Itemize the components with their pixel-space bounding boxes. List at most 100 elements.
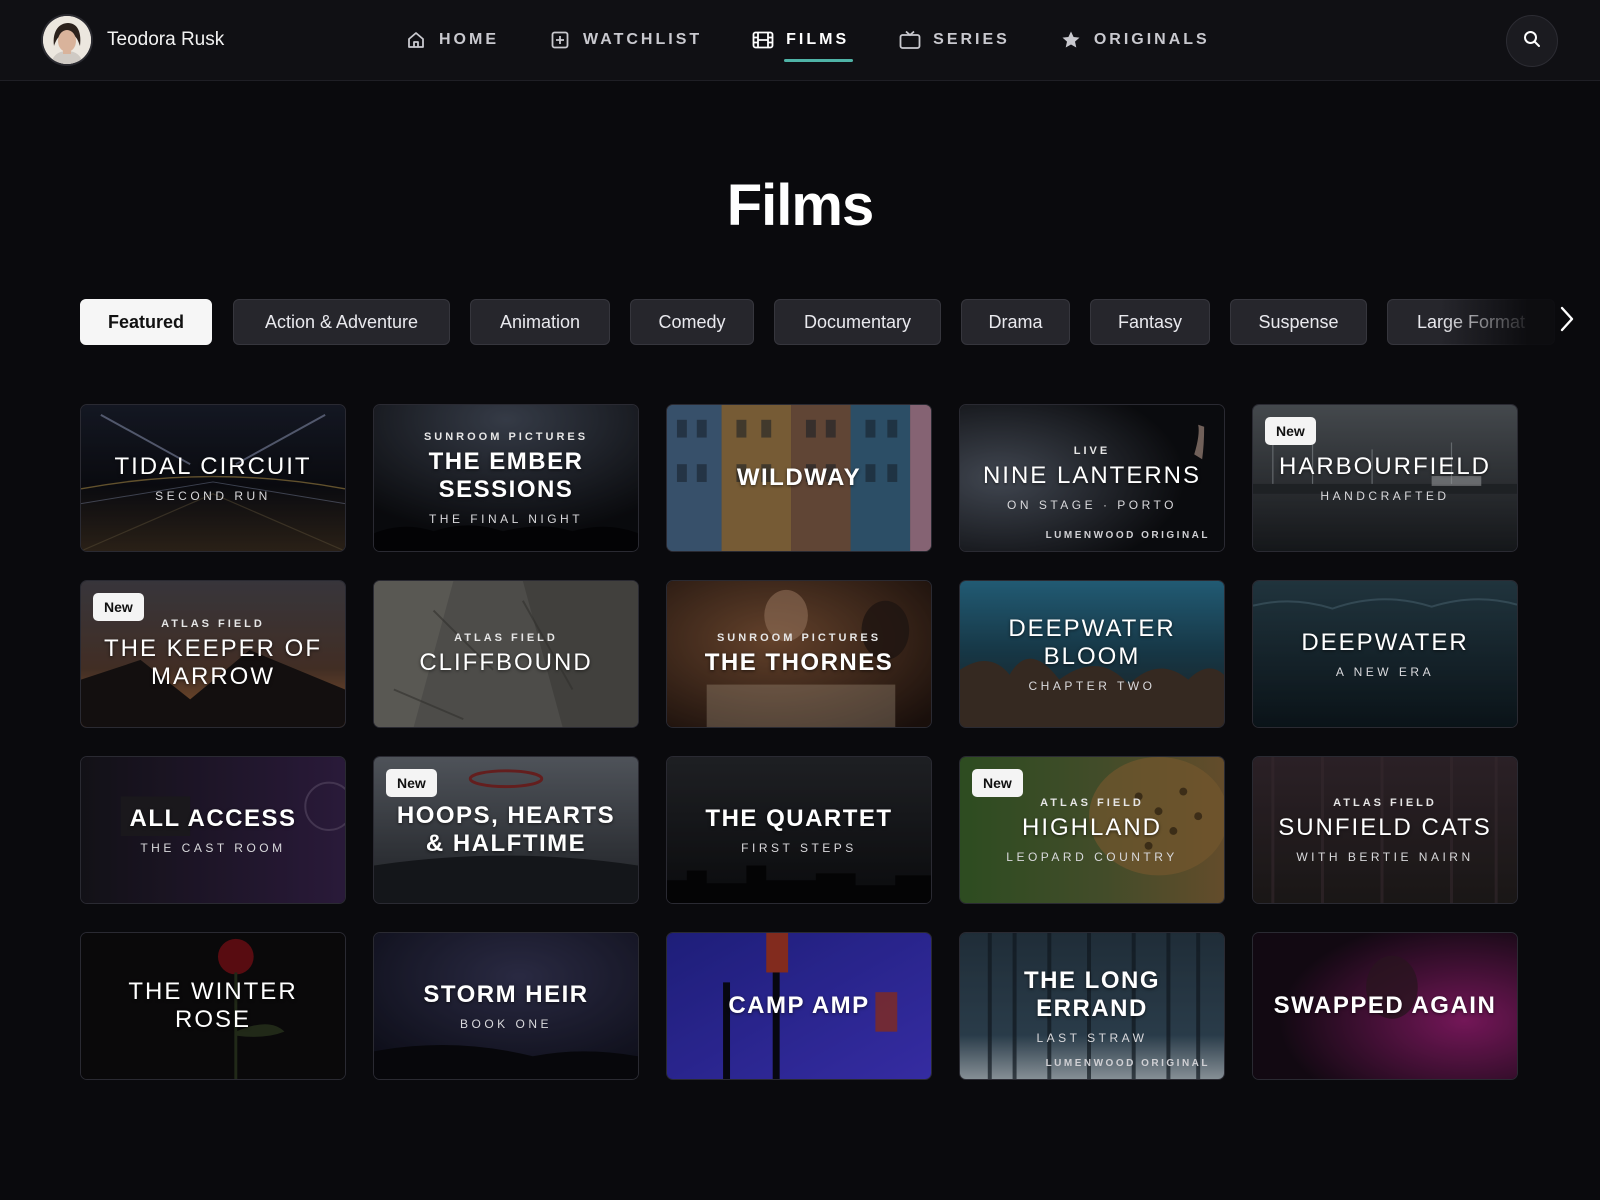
genre-chip-featured[interactable]: Featured xyxy=(80,299,212,345)
nav-active-indicator xyxy=(784,59,854,62)
film-card-highland[interactable]: ATLAS FIELD HIGHLAND LEOPARD COUNTRY New xyxy=(959,756,1225,904)
film-subtitle: CHAPTER TWO xyxy=(1028,679,1156,693)
film-title: CAMP AMP xyxy=(728,992,870,1019)
genre-chip-drama[interactable]: Drama xyxy=(961,299,1070,345)
film-subtitle: A NEW ERA xyxy=(1335,665,1435,679)
film-card-tidal-circuit[interactable]: TIDAL CIRCUIT SECOND RUN xyxy=(80,404,346,552)
nav-home-label: HOME xyxy=(439,31,499,48)
film-title: TIDAL CIRCUIT xyxy=(114,453,312,480)
film-title: THE WINTER ROSE xyxy=(128,978,298,1033)
film-subtitle: ON STAGE · PORTO xyxy=(1006,497,1178,512)
home-icon xyxy=(405,29,427,51)
film-card-the-long-errand[interactable]: THE LONG ERRAND LAST STRAW LUMENWOOD ORI… xyxy=(959,932,1225,1080)
film-title: CLIFFBOUND xyxy=(419,648,593,676)
film-card-deepwater[interactable]: DEEPWATER A NEW ERA xyxy=(1252,580,1518,728)
film-subtitle: WITH BERTIE NAIRN xyxy=(1296,849,1474,864)
nav-series-label: SERIES xyxy=(933,31,1010,48)
film-card-nine-lanterns[interactable]: LIVE NINE LANTERNS ON STAGE · PORTO LUME… xyxy=(959,404,1225,552)
film-subtitle: FIRST STEPS xyxy=(741,841,857,855)
film-card-harbourfield[interactable]: HARBOURFIELD HANDCRAFTED New xyxy=(1252,404,1518,552)
genre-chip-suspense[interactable]: Suspense xyxy=(1230,299,1367,345)
film-title: WILDWAY xyxy=(736,464,862,491)
film-title: SUNFIELD CATS xyxy=(1278,813,1492,841)
film-subtitle: LAST STRAW xyxy=(1036,1031,1148,1045)
film-kicker: LIVE xyxy=(1073,444,1111,457)
genre-chip-documentary[interactable]: Documentary xyxy=(774,299,941,345)
film-card-cliffbound[interactable]: ATLAS FIELD CLIFFBOUND xyxy=(373,580,639,728)
search-icon xyxy=(1522,29,1542,54)
originals-label: LUMENWOOD ORIGINAL xyxy=(1045,1058,1210,1069)
film-subtitle: THE FINAL NIGHT xyxy=(428,511,584,526)
film-card-wildway[interactable]: WILDWAY xyxy=(666,404,932,552)
new-badge: New xyxy=(386,769,437,797)
new-badge: New xyxy=(972,769,1023,797)
nav-films[interactable]: FILMS xyxy=(752,0,854,80)
film-card-hoops-hearts-halftime[interactable]: HOOPS, HEARTS & HALFTIME New xyxy=(373,756,639,904)
film-card-the-keeper-of-marrow[interactable]: ATLAS FIELD THE KEEPER OF MARROW New xyxy=(80,580,346,728)
film-title: ALL ACCESS xyxy=(129,805,297,832)
film-title: DEEPWATER xyxy=(1301,629,1469,656)
genre-chip-animation[interactable]: Animation xyxy=(470,299,610,345)
star-icon xyxy=(1060,29,1082,51)
film-title: NINE LANTERNS xyxy=(982,461,1202,489)
film-kicker: SUNROOM PICTURES xyxy=(423,430,589,443)
nav-home[interactable]: HOME xyxy=(405,0,499,80)
film-card-deepwater-bloom[interactable]: DEEPWATER BLOOM CHAPTER TWO xyxy=(959,580,1225,728)
film-card-swapped-again[interactable]: SWAPPED AGAIN xyxy=(1252,932,1518,1080)
film-card-the-ember-sessions[interactable]: SUNROOM PICTURES THE EMBER SESSIONS THE … xyxy=(373,404,639,552)
profile-name: Teodora Rusk xyxy=(107,29,225,50)
new-badge: New xyxy=(1265,417,1316,445)
film-kicker: SUNROOM PICTURES xyxy=(716,631,882,644)
plus-square-icon xyxy=(549,29,571,51)
film-title: THE THORNES xyxy=(704,648,894,676)
profile[interactable]: Teodora Rusk xyxy=(43,16,224,64)
film-title: THE LONG ERRAND xyxy=(1024,967,1160,1022)
nav-originals-label: ORIGINALS xyxy=(1093,31,1210,48)
genre-filter-bar: Featured Action & Adventure Animation Co… xyxy=(80,299,1555,347)
film-subtitle: SECOND RUN xyxy=(155,489,271,503)
film-title: DEEPWATER BLOOM xyxy=(1008,615,1176,670)
tv-icon xyxy=(899,29,921,51)
film-kicker: ATLAS FIELD xyxy=(161,617,265,630)
film-title: HARBOURFIELD xyxy=(1278,453,1492,480)
film-card-storm-heir[interactable]: STORM HEIR BOOK ONE xyxy=(373,932,639,1080)
genre-chip-comedy[interactable]: Comedy xyxy=(630,299,754,345)
scroll-genres-right-button[interactable] xyxy=(1552,306,1582,336)
top-navigation-bar: Teodora Rusk HOME WATCHLIST FILMS SERIES… xyxy=(0,0,1600,81)
film-card-the-quartet[interactable]: THE QUARTET FIRST STEPS xyxy=(666,756,932,904)
film-title: HOOPS, HEARTS & HALFTIME xyxy=(396,802,616,857)
page-title: Films xyxy=(726,173,875,238)
main-navigation: HOME WATCHLIST FILMS SERIES ORIGINALS xyxy=(405,0,1260,80)
film-subtitle: THE CAST ROOM xyxy=(140,841,286,855)
film-kicker: ATLAS FIELD xyxy=(454,631,558,644)
nav-series[interactable]: SERIES xyxy=(899,0,1010,80)
film-kicker: ATLAS FIELD xyxy=(1333,796,1437,809)
search-button[interactable] xyxy=(1506,15,1558,67)
film-title: THE QUARTET xyxy=(705,805,893,832)
film-card-sunfield-cats[interactable]: ATLAS FIELD SUNFIELD CATS WITH BERTIE NA… xyxy=(1252,756,1518,904)
film-title: THE KEEPER OF MARROW xyxy=(103,634,323,690)
film-card-the-thornes[interactable]: SUNROOM PICTURES THE THORNES xyxy=(666,580,932,728)
film-title: HIGHLAND xyxy=(1021,813,1163,841)
film-title: THE EMBER SESSIONS xyxy=(428,447,584,503)
film-card-camp-amp[interactable]: CAMP AMP xyxy=(666,932,932,1080)
film-icon xyxy=(752,29,774,51)
nav-watchlist-label: WATCHLIST xyxy=(583,31,703,48)
chevron-right-icon xyxy=(1559,306,1575,337)
film-card-all-access[interactable]: ALL ACCESS THE CAST ROOM xyxy=(80,756,346,904)
film-title: SWAPPED AGAIN xyxy=(1273,992,1497,1019)
genre-chip-action-adventure[interactable]: Action & Adventure xyxy=(233,299,450,345)
genre-chip-large-format[interactable]: Large Format xyxy=(1387,299,1555,345)
film-kicker: ATLAS FIELD xyxy=(1040,796,1144,809)
nav-originals[interactable]: ORIGINALS xyxy=(1060,0,1210,80)
nav-watchlist[interactable]: WATCHLIST xyxy=(549,0,702,80)
film-card-the-winter-rose[interactable]: THE WINTER ROSE xyxy=(80,932,346,1080)
film-subtitle: BOOK ONE xyxy=(459,1017,552,1031)
film-title: STORM HEIR xyxy=(423,981,589,1008)
originals-label: LUMENWOOD ORIGINAL xyxy=(1045,530,1210,541)
new-badge: New xyxy=(93,593,144,621)
film-subtitle: HANDCRAFTED xyxy=(1320,489,1450,503)
avatar[interactable] xyxy=(43,16,91,64)
genre-chip-fantasy[interactable]: Fantasy xyxy=(1090,299,1210,345)
film-subtitle: LEOPARD COUNTRY xyxy=(1006,849,1178,864)
